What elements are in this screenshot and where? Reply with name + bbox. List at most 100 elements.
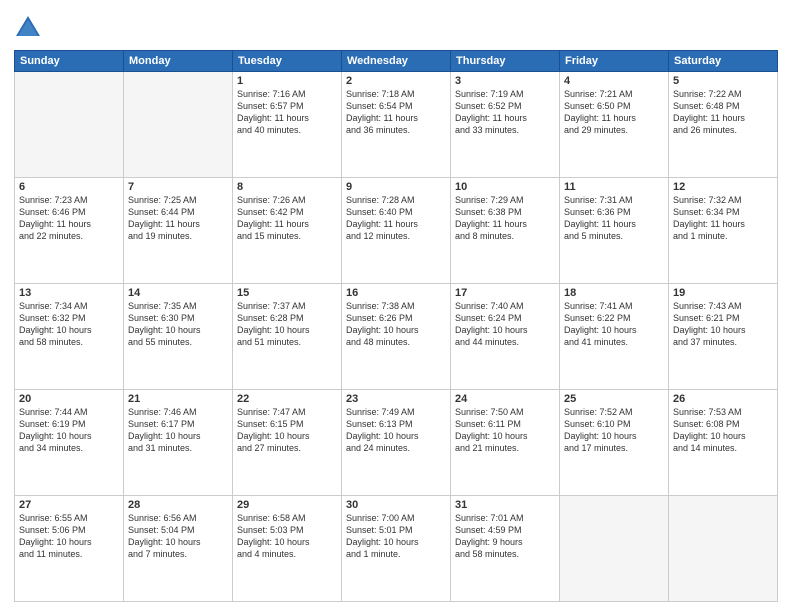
calendar-cell: 28Sunrise: 6:56 AM Sunset: 5:04 PM Dayli…: [124, 496, 233, 602]
day-info: Sunrise: 7:01 AM Sunset: 4:59 PM Dayligh…: [455, 512, 555, 561]
logo-icon: [14, 14, 42, 42]
day-info: Sunrise: 7:43 AM Sunset: 6:21 PM Dayligh…: [673, 300, 773, 349]
day-info: Sunrise: 7:41 AM Sunset: 6:22 PM Dayligh…: [564, 300, 664, 349]
day-number: 29: [237, 499, 337, 511]
day-number: 12: [673, 181, 773, 193]
day-info: Sunrise: 6:55 AM Sunset: 5:06 PM Dayligh…: [19, 512, 119, 561]
calendar-cell: 26Sunrise: 7:53 AM Sunset: 6:08 PM Dayli…: [669, 390, 778, 496]
day-info: Sunrise: 7:18 AM Sunset: 6:54 PM Dayligh…: [346, 88, 446, 137]
day-header: Wednesday: [342, 51, 451, 72]
calendar-cell: 21Sunrise: 7:46 AM Sunset: 6:17 PM Dayli…: [124, 390, 233, 496]
calendar-cell: 14Sunrise: 7:35 AM Sunset: 6:30 PM Dayli…: [124, 284, 233, 390]
day-number: 10: [455, 181, 555, 193]
day-info: Sunrise: 7:31 AM Sunset: 6:36 PM Dayligh…: [564, 194, 664, 243]
week-row: 1Sunrise: 7:16 AM Sunset: 6:57 PM Daylig…: [15, 72, 778, 178]
day-header: Sunday: [15, 51, 124, 72]
day-number: 27: [19, 499, 119, 511]
day-number: 14: [128, 287, 228, 299]
day-info: Sunrise: 7:19 AM Sunset: 6:52 PM Dayligh…: [455, 88, 555, 137]
week-row: 20Sunrise: 7:44 AM Sunset: 6:19 PM Dayli…: [15, 390, 778, 496]
day-number: 9: [346, 181, 446, 193]
day-info: Sunrise: 7:21 AM Sunset: 6:50 PM Dayligh…: [564, 88, 664, 137]
day-info: Sunrise: 7:35 AM Sunset: 6:30 PM Dayligh…: [128, 300, 228, 349]
calendar-cell: 27Sunrise: 6:55 AM Sunset: 5:06 PM Dayli…: [15, 496, 124, 602]
day-number: 4: [564, 75, 664, 87]
day-info: Sunrise: 7:37 AM Sunset: 6:28 PM Dayligh…: [237, 300, 337, 349]
day-info: Sunrise: 6:58 AM Sunset: 5:03 PM Dayligh…: [237, 512, 337, 561]
day-header: Friday: [560, 51, 669, 72]
calendar-cell: 1Sunrise: 7:16 AM Sunset: 6:57 PM Daylig…: [233, 72, 342, 178]
calendar-cell: 11Sunrise: 7:31 AM Sunset: 6:36 PM Dayli…: [560, 178, 669, 284]
week-row: 27Sunrise: 6:55 AM Sunset: 5:06 PM Dayli…: [15, 496, 778, 602]
day-info: Sunrise: 7:52 AM Sunset: 6:10 PM Dayligh…: [564, 406, 664, 455]
calendar-cell: 12Sunrise: 7:32 AM Sunset: 6:34 PM Dayli…: [669, 178, 778, 284]
day-number: 30: [346, 499, 446, 511]
day-number: 31: [455, 499, 555, 511]
day-number: 5: [673, 75, 773, 87]
day-info: Sunrise: 7:28 AM Sunset: 6:40 PM Dayligh…: [346, 194, 446, 243]
calendar-cell: 10Sunrise: 7:29 AM Sunset: 6:38 PM Dayli…: [451, 178, 560, 284]
calendar-cell: 13Sunrise: 7:34 AM Sunset: 6:32 PM Dayli…: [15, 284, 124, 390]
day-number: 15: [237, 287, 337, 299]
calendar-cell: 7Sunrise: 7:25 AM Sunset: 6:44 PM Daylig…: [124, 178, 233, 284]
calendar-cell: [15, 72, 124, 178]
day-number: 23: [346, 393, 446, 405]
day-number: 28: [128, 499, 228, 511]
calendar-cell: 17Sunrise: 7:40 AM Sunset: 6:24 PM Dayli…: [451, 284, 560, 390]
calendar-cell: 30Sunrise: 7:00 AM Sunset: 5:01 PM Dayli…: [342, 496, 451, 602]
day-number: 3: [455, 75, 555, 87]
calendar-cell: 19Sunrise: 7:43 AM Sunset: 6:21 PM Dayli…: [669, 284, 778, 390]
day-info: Sunrise: 7:44 AM Sunset: 6:19 PM Dayligh…: [19, 406, 119, 455]
calendar-cell: 29Sunrise: 6:58 AM Sunset: 5:03 PM Dayli…: [233, 496, 342, 602]
day-info: Sunrise: 7:29 AM Sunset: 6:38 PM Dayligh…: [455, 194, 555, 243]
day-info: Sunrise: 7:32 AM Sunset: 6:34 PM Dayligh…: [673, 194, 773, 243]
day-number: 20: [19, 393, 119, 405]
day-number: 13: [19, 287, 119, 299]
day-info: Sunrise: 7:49 AM Sunset: 6:13 PM Dayligh…: [346, 406, 446, 455]
page: SundayMondayTuesdayWednesdayThursdayFrid…: [0, 0, 792, 612]
calendar-cell: 2Sunrise: 7:18 AM Sunset: 6:54 PM Daylig…: [342, 72, 451, 178]
day-info: Sunrise: 7:53 AM Sunset: 6:08 PM Dayligh…: [673, 406, 773, 455]
calendar: SundayMondayTuesdayWednesdayThursdayFrid…: [14, 50, 778, 602]
day-number: 26: [673, 393, 773, 405]
day-info: Sunrise: 7:22 AM Sunset: 6:48 PM Dayligh…: [673, 88, 773, 137]
calendar-cell: 20Sunrise: 7:44 AM Sunset: 6:19 PM Dayli…: [15, 390, 124, 496]
day-info: Sunrise: 7:26 AM Sunset: 6:42 PM Dayligh…: [237, 194, 337, 243]
day-number: 21: [128, 393, 228, 405]
calendar-cell: 24Sunrise: 7:50 AM Sunset: 6:11 PM Dayli…: [451, 390, 560, 496]
day-number: 25: [564, 393, 664, 405]
day-number: 17: [455, 287, 555, 299]
calendar-cell: 3Sunrise: 7:19 AM Sunset: 6:52 PM Daylig…: [451, 72, 560, 178]
day-number: 22: [237, 393, 337, 405]
day-info: Sunrise: 7:25 AM Sunset: 6:44 PM Dayligh…: [128, 194, 228, 243]
calendar-cell: 5Sunrise: 7:22 AM Sunset: 6:48 PM Daylig…: [669, 72, 778, 178]
calendar-cell: [669, 496, 778, 602]
calendar-cell: 15Sunrise: 7:37 AM Sunset: 6:28 PM Dayli…: [233, 284, 342, 390]
day-number: 16: [346, 287, 446, 299]
day-header: Monday: [124, 51, 233, 72]
day-number: 6: [19, 181, 119, 193]
day-number: 18: [564, 287, 664, 299]
calendar-cell: [124, 72, 233, 178]
day-info: Sunrise: 7:50 AM Sunset: 6:11 PM Dayligh…: [455, 406, 555, 455]
header: [14, 10, 778, 42]
week-row: 13Sunrise: 7:34 AM Sunset: 6:32 PM Dayli…: [15, 284, 778, 390]
calendar-cell: 4Sunrise: 7:21 AM Sunset: 6:50 PM Daylig…: [560, 72, 669, 178]
day-info: Sunrise: 7:16 AM Sunset: 6:57 PM Dayligh…: [237, 88, 337, 137]
calendar-cell: 31Sunrise: 7:01 AM Sunset: 4:59 PM Dayli…: [451, 496, 560, 602]
day-info: Sunrise: 7:40 AM Sunset: 6:24 PM Dayligh…: [455, 300, 555, 349]
calendar-cell: 25Sunrise: 7:52 AM Sunset: 6:10 PM Dayli…: [560, 390, 669, 496]
day-info: Sunrise: 7:46 AM Sunset: 6:17 PM Dayligh…: [128, 406, 228, 455]
day-info: Sunrise: 7:00 AM Sunset: 5:01 PM Dayligh…: [346, 512, 446, 561]
day-info: Sunrise: 7:34 AM Sunset: 6:32 PM Dayligh…: [19, 300, 119, 349]
day-number: 11: [564, 181, 664, 193]
day-info: Sunrise: 7:47 AM Sunset: 6:15 PM Dayligh…: [237, 406, 337, 455]
calendar-cell: 8Sunrise: 7:26 AM Sunset: 6:42 PM Daylig…: [233, 178, 342, 284]
week-row: 6Sunrise: 7:23 AM Sunset: 6:46 PM Daylig…: [15, 178, 778, 284]
day-number: 1: [237, 75, 337, 87]
day-header: Tuesday: [233, 51, 342, 72]
logo: [14, 14, 46, 42]
calendar-cell: 18Sunrise: 7:41 AM Sunset: 6:22 PM Dayli…: [560, 284, 669, 390]
day-info: Sunrise: 7:23 AM Sunset: 6:46 PM Dayligh…: [19, 194, 119, 243]
calendar-cell: 9Sunrise: 7:28 AM Sunset: 6:40 PM Daylig…: [342, 178, 451, 284]
